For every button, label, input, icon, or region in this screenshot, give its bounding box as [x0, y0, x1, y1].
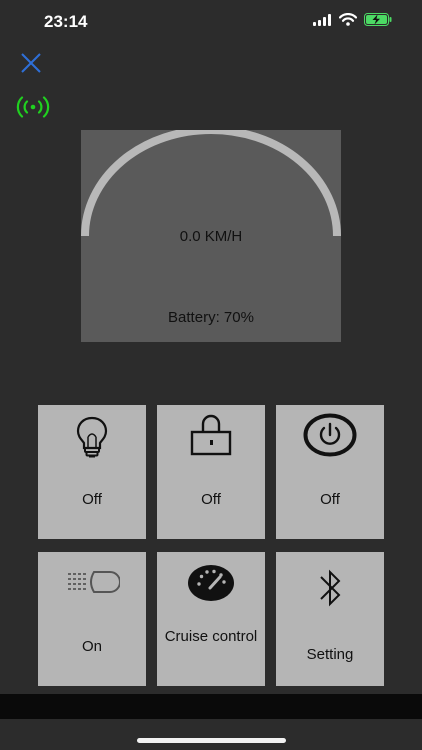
- status-icons: [313, 13, 392, 26]
- lock-icon: [190, 414, 232, 456]
- connection-signal-icon: [16, 96, 50, 118]
- speed-readout: 0.0 KM/H: [179, 228, 243, 245]
- status-time: 23:14: [44, 12, 88, 31]
- wifi-icon: [339, 13, 357, 26]
- close-icon: [21, 53, 41, 73]
- light-bulb-icon: [76, 416, 108, 458]
- light-toggle-button[interactable]: Off: [38, 405, 146, 539]
- power-icon: [303, 413, 357, 457]
- bottom-bar: [0, 694, 422, 719]
- lock-toggle-button[interactable]: Off: [157, 405, 265, 539]
- settings-label: Setting: [306, 646, 354, 663]
- speed-gauge-panel: 0.0 KM/H Battery: 70%: [81, 130, 341, 342]
- status-bar: 23:14: [0, 0, 422, 44]
- cruise-control-label: Cruise control: [164, 628, 258, 645]
- light-toggle-label: Off: [82, 491, 102, 508]
- battery-readout: Battery: 70%: [168, 309, 254, 326]
- home-indicator[interactable]: [137, 738, 286, 743]
- power-toggle-label: Off: [320, 491, 340, 508]
- speedometer-icon: [188, 565, 234, 601]
- lock-toggle-label: Off: [201, 491, 221, 508]
- bluetooth-icon: [320, 569, 341, 607]
- cellular-signal-icon: [313, 13, 331, 26]
- settings-button[interactable]: Setting: [276, 552, 384, 686]
- power-toggle-button[interactable]: Off: [276, 405, 384, 539]
- battery-charging-icon: [364, 13, 392, 26]
- connection-indicator: [14, 96, 52, 118]
- headlight-toggle-button[interactable]: On: [38, 552, 146, 686]
- cruise-control-button[interactable]: Cruise control: [157, 552, 265, 686]
- headlight-icon: [68, 571, 120, 593]
- close-button[interactable]: [16, 48, 46, 78]
- headlight-toggle-label: On: [81, 638, 102, 655]
